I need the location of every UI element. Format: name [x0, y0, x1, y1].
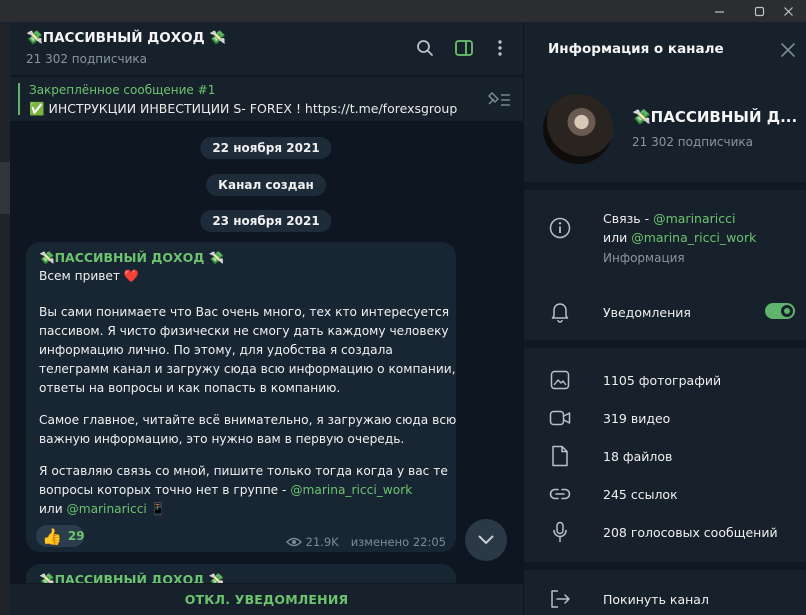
contact-line: Связь - @marinaricci [603, 211, 735, 226]
section-divider [524, 340, 806, 348]
leave-icon [548, 587, 572, 611]
leave-channel-button[interactable]: Покинуть канал [603, 592, 709, 607]
mute-notifications-label: ОТКЛ. УВЕДОМЛЕНИЯ [184, 592, 349, 607]
edited-time: изменено 22:05 [350, 535, 446, 549]
close-icon[interactable] [778, 40, 798, 60]
contact-link[interactable]: @marina_ricci_work [631, 230, 756, 245]
reaction-count: 29 [67, 529, 85, 543]
pinned-message-bar[interactable]: Закреплённое сообщение #1 ✅ ИНСТРУКЦИИ И… [10, 77, 523, 121]
message-greeting: Всем привет ❤️ [39, 269, 140, 283]
sidebar-toggle-icon[interactable] [452, 36, 476, 60]
link-icon [548, 482, 572, 506]
channel-avatar[interactable] [543, 94, 613, 164]
message-line: Самое главное, читайте всё внимательно, … [39, 413, 457, 427]
chat-header[interactable]: 💸ПАССИВНЫЙ ДОХОД 💸 21 302 подписчика [10, 22, 523, 76]
pinned-indicator [18, 83, 20, 115]
channel-name: 💸ПАССИВНЫЙ Д... [632, 108, 798, 126]
section-divider [524, 562, 806, 570]
chat-list-active-marker [0, 162, 10, 214]
mention-link[interactable]: @marinaricci [67, 502, 147, 516]
section-divider [524, 182, 806, 190]
media-photos[interactable]: 1105 фотографий [603, 373, 721, 388]
notifications-toggle[interactable] [765, 303, 795, 319]
message-text: или [39, 502, 67, 516]
chat-title[interactable]: 💸ПАССИВНЫЙ ДОХОД 💸 [26, 30, 226, 46]
chat-subscriber-count: 21 302 подписчика [26, 52, 148, 66]
pinned-text: ✅ ИНСТРУКЦИИ ИНВЕСТИЦИИ S- FOREX ! https… [29, 101, 458, 116]
media-voice[interactable]: 208 голосовых сообщений [603, 525, 778, 540]
minimize-icon[interactable] [701, 0, 737, 22]
chevron-down-icon [478, 535, 494, 545]
file-icon [548, 444, 572, 468]
message-line: информацию лично. По этому, для удобства… [39, 343, 393, 357]
message-line: или @marinaricci 📱 [39, 502, 166, 516]
pinned-list-icon[interactable] [485, 89, 511, 109]
date-separator: 23 ноября 2021 [200, 210, 332, 232]
message-line: важную информацию, это нужно вам в перву… [39, 432, 405, 446]
chat-list-edge [0, 22, 10, 615]
message-line: телеграмм канал и загружу сюда всю инфор… [39, 362, 456, 376]
video-icon [548, 406, 572, 430]
message-text: вопросы которых точно нет в группе - [39, 483, 291, 497]
phone-emoji: 📱 [150, 502, 166, 516]
more-vertical-icon[interactable] [488, 36, 512, 60]
bell-icon [548, 300, 572, 324]
chat-panel: 💸ПАССИВНЫЙ ДОХОД 💸 21 302 подписчика Зак… [10, 22, 523, 615]
contact-label: Информация [603, 251, 685, 265]
toggle-knob [781, 305, 793, 317]
reaction-chip[interactable]: 👍 29 [36, 525, 85, 547]
media-links[interactable]: 245 ссылок [603, 487, 678, 502]
message-author[interactable]: 💸ПАССИВНЫЙ ДОХОД 💸 [39, 250, 224, 266]
close-window-icon[interactable] [770, 0, 806, 22]
contact-or: или [603, 230, 632, 245]
media-videos[interactable]: 319 видео [603, 411, 670, 426]
service-message: Канал создан [206, 174, 326, 196]
info-icon [548, 216, 572, 240]
eye-icon [285, 537, 302, 547]
mute-notifications-button[interactable]: ОТКЛ. УВЕДОМЛЕНИЯ [10, 583, 523, 615]
message-line: вопросы которых точно нет в группе - @ma… [39, 483, 412, 497]
message-line: пассивом. Я чисто физически не смогу дат… [39, 324, 449, 338]
thumbs-up-icon: 👍 [42, 526, 62, 546]
window-titlebar [0, 0, 806, 22]
message-meta: 21.9K изменено 22:05 [285, 535, 446, 549]
view-count: 21.9K [305, 535, 339, 549]
message-bubble[interactable]: 💸ПАССИВНЫЙ ДОХОД 💸 Всем привет ❤️ Вы сам… [26, 242, 456, 552]
channel-info-panel: Информация о канале 💸ПАССИВНЫЙ Д... 21 3… [523, 22, 806, 615]
mention-link[interactable]: @marina_ricci_work [290, 483, 412, 497]
photo-icon [548, 368, 572, 392]
message-line: ответы на вопросы и как попасть в компан… [39, 381, 341, 395]
channel-subscriber-count: 21 302 подписчика [632, 135, 754, 149]
microphone-icon [548, 520, 572, 544]
message-line: Я оставляю связь со мной, пишите только … [39, 464, 448, 478]
pinned-title: Закреплённое сообщение #1 [29, 83, 216, 97]
search-icon[interactable] [413, 36, 437, 60]
contact-prefix: Связь - [603, 211, 654, 226]
notifications-label: Уведомления [603, 305, 691, 320]
contact-line: или @marina_ricci_work [603, 230, 756, 245]
info-panel-title: Информация о канале [548, 41, 724, 57]
date-separator: 22 ноября 2021 [200, 137, 332, 159]
media-files[interactable]: 18 файлов [603, 449, 672, 464]
contact-link[interactable]: @marinaricci [653, 211, 735, 226]
scroll-down-button[interactable] [465, 519, 507, 561]
message-line: Вы сами понимаете что Вас очень много, т… [39, 305, 450, 319]
